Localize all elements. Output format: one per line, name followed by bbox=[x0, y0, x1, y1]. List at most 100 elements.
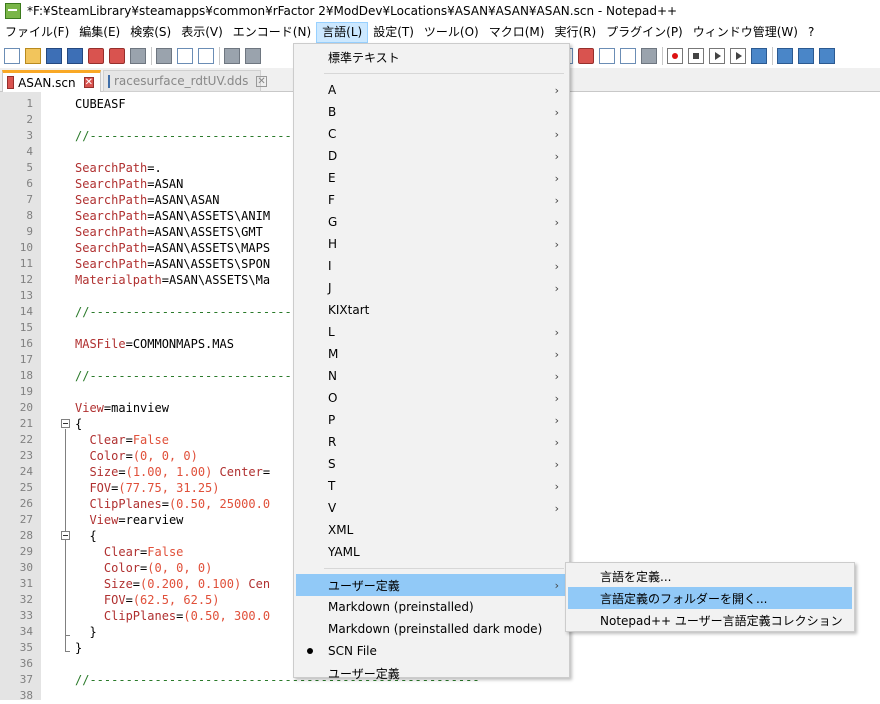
submenu-item[interactable]: Notepad++ ユーザー言語定義コレクション bbox=[568, 609, 852, 631]
run-macro-multiple-icon[interactable] bbox=[730, 47, 746, 64]
toolbar-separator bbox=[662, 46, 663, 65]
fold-toggle-icon[interactable] bbox=[61, 531, 70, 540]
new-file-icon[interactable] bbox=[4, 47, 20, 64]
language-menu-item[interactable]: J › bbox=[296, 277, 567, 299]
line-number: 33 bbox=[19, 609, 33, 622]
cut-icon[interactable] bbox=[156, 47, 172, 64]
toolbar-separator bbox=[219, 46, 220, 65]
language-menu-item[interactable]: S › bbox=[296, 453, 567, 475]
doc-map-icon[interactable] bbox=[620, 47, 636, 64]
menu-plugins[interactable]: プラグイン(P) bbox=[601, 22, 688, 43]
line-number: 12 bbox=[19, 273, 33, 286]
user-defined-submenu: 言語を定義... 言語定義のフォルダーを開く... Notepad++ ユーザー言語… bbox=[565, 562, 855, 632]
code-text: View=rearview bbox=[75, 513, 184, 527]
line-number: 17 bbox=[19, 353, 33, 366]
language-menu-item[interactable]: O › bbox=[296, 387, 567, 409]
save-icon[interactable] bbox=[46, 47, 62, 64]
language-menu-item[interactable]: P › bbox=[296, 409, 567, 431]
menu-window[interactable]: ウィンドウ管理(W) bbox=[688, 22, 803, 43]
language-menu-item[interactable]: XML bbox=[296, 519, 567, 541]
submenu-arrow-icon: › bbox=[554, 281, 559, 295]
redo-icon[interactable] bbox=[245, 47, 261, 64]
language-menu-item[interactable]: R › bbox=[296, 431, 567, 453]
menu-file[interactable]: ファイル(F) bbox=[0, 22, 74, 43]
language-menu-item[interactable]: L › bbox=[296, 321, 567, 343]
language-menu-item[interactable]: SCN File bbox=[296, 640, 567, 662]
close-file-icon[interactable] bbox=[88, 47, 104, 64]
close-tab-icon[interactable]: ✕ bbox=[83, 77, 94, 88]
menu-tools[interactable]: ツール(O) bbox=[419, 22, 484, 43]
tab-asan-scn[interactable]: ASAN.scn ✕ bbox=[2, 70, 101, 92]
language-menu-item[interactable]: ユーザー定義 bbox=[296, 662, 567, 684]
folder-workspace-icon[interactable] bbox=[819, 47, 835, 64]
menu-language[interactable]: 言語(L) bbox=[316, 22, 369, 43]
close-tab-icon[interactable]: ✕ bbox=[256, 75, 267, 87]
copy-icon[interactable] bbox=[177, 47, 193, 64]
line-number: 6 bbox=[26, 177, 33, 190]
menu-search[interactable]: 検索(S) bbox=[125, 22, 176, 43]
language-menu-item[interactable]: B › bbox=[296, 101, 567, 123]
tab-racesurface-dds[interactable]: racesurface_rdtUV.dds ✕ bbox=[103, 70, 267, 92]
code-text: Size=(0.200, 0.100) Cen bbox=[75, 577, 271, 591]
menu-separator bbox=[324, 73, 564, 74]
fold-toggle-icon[interactable] bbox=[61, 419, 70, 428]
menu-help[interactable]: ? bbox=[803, 22, 819, 43]
language-menu-item[interactable]: KIXtart bbox=[296, 299, 567, 321]
code-text: Size=(1.00, 1.00) Center= bbox=[75, 465, 271, 479]
language-menu-item[interactable]: G › bbox=[296, 211, 567, 233]
language-menu-item[interactable]: Markdown (preinstalled) bbox=[296, 596, 567, 618]
print-icon[interactable] bbox=[130, 47, 146, 64]
language-menu-item[interactable]: 標準テキスト bbox=[296, 46, 567, 68]
language-menu-item[interactable]: ユーザー定義 › bbox=[296, 574, 567, 596]
submenu-arrow-icon: › bbox=[554, 149, 559, 163]
language-menu-item[interactable]: YAML bbox=[296, 541, 567, 563]
menu-item-label: ユーザー定義 bbox=[328, 578, 400, 593]
line-number: 24 bbox=[19, 465, 33, 478]
line-number: 27 bbox=[19, 513, 33, 526]
paste-icon[interactable] bbox=[198, 47, 214, 64]
menu-item-label: N bbox=[328, 369, 337, 383]
language-menu-item[interactable]: T › bbox=[296, 475, 567, 497]
tab-label: ASAN.scn bbox=[18, 75, 76, 90]
menu-macro[interactable]: マクロ(M) bbox=[484, 22, 550, 43]
language-menu-item[interactable]: N › bbox=[296, 365, 567, 387]
language-menu-item[interactable]: H › bbox=[296, 233, 567, 255]
save-macro-icon[interactable] bbox=[751, 47, 767, 64]
language-menu-item[interactable]: V › bbox=[296, 497, 567, 519]
language-menu-item[interactable]: A › bbox=[296, 79, 567, 101]
menu-item-label: P bbox=[328, 413, 336, 427]
monitoring-eye-icon[interactable] bbox=[641, 47, 657, 64]
user-language-icon[interactable] bbox=[599, 47, 615, 64]
function-list-icon[interactable] bbox=[777, 47, 793, 64]
submenu-item[interactable]: 言語を定義... bbox=[568, 565, 852, 587]
language-menu-item[interactable]: E › bbox=[296, 167, 567, 189]
language-menu-item[interactable]: F › bbox=[296, 189, 567, 211]
undo-icon[interactable] bbox=[224, 47, 240, 64]
menu-encoding[interactable]: エンコード(N) bbox=[228, 22, 316, 43]
language-menu-item[interactable]: M › bbox=[296, 343, 567, 365]
menu-settings[interactable]: 設定(T) bbox=[368, 22, 419, 43]
language-menu-item[interactable]: I › bbox=[296, 255, 567, 277]
code-text: MASFile=COMMONMAPS.MAS bbox=[75, 337, 234, 351]
language-menu-item[interactable]: C › bbox=[296, 123, 567, 145]
menu-item-label: O bbox=[328, 391, 338, 405]
menu-edit[interactable]: 編集(E) bbox=[74, 22, 125, 43]
panel-icon[interactable] bbox=[798, 47, 814, 64]
menu-run[interactable]: 実行(R) bbox=[549, 22, 601, 43]
play-macro-icon[interactable] bbox=[709, 47, 725, 64]
menu-view[interactable]: 表示(V) bbox=[176, 22, 228, 43]
submenu-item[interactable]: 言語定義のフォルダーを開く... bbox=[568, 587, 852, 609]
language-menu-item[interactable]: Markdown (preinstalled dark mode) bbox=[296, 618, 567, 640]
open-file-icon[interactable] bbox=[25, 47, 41, 64]
save-all-icon[interactable] bbox=[67, 47, 83, 64]
code-text: View=mainview bbox=[75, 401, 169, 415]
indent-guide-icon[interactable] bbox=[578, 47, 594, 64]
stop-macro-icon[interactable] bbox=[688, 47, 704, 64]
code-text: SearchPath=. bbox=[75, 161, 162, 175]
language-menu-item[interactable]: D › bbox=[296, 145, 567, 167]
code-text: SearchPath=ASAN\ASSETS\MAPS bbox=[75, 241, 271, 255]
record-macro-icon[interactable] bbox=[667, 47, 683, 64]
submenu-arrow-icon: › bbox=[554, 347, 559, 361]
close-all-icon[interactable] bbox=[109, 47, 125, 64]
submenu-arrow-icon: › bbox=[554, 501, 559, 515]
